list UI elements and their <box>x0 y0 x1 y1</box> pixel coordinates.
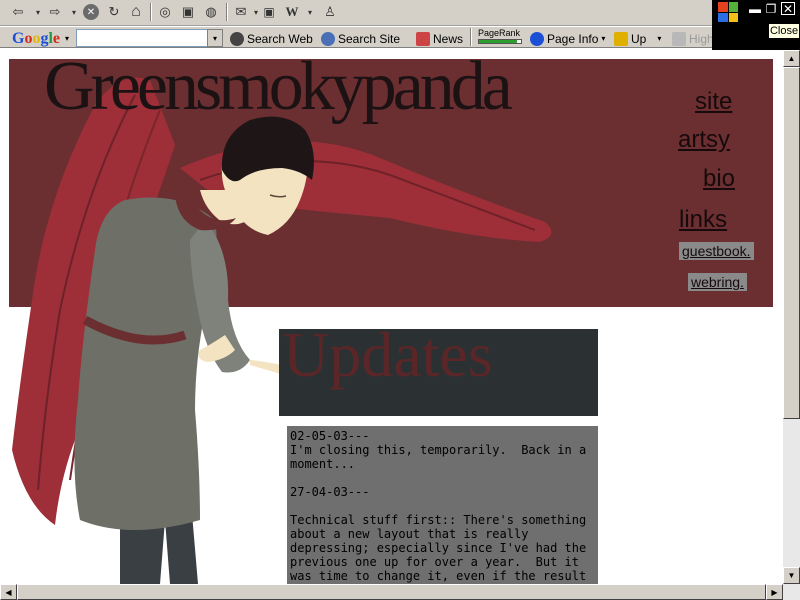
search-site-button[interactable]: Search Site <box>321 30 400 47</box>
google-menu-dropdown-icon[interactable]: ▾ <box>65 34 69 43</box>
legs-shape <box>120 490 198 584</box>
nav-link-artsy[interactable]: artsy <box>678 126 730 154</box>
restore-icon[interactable]: ❐ <box>764 2 778 16</box>
toolbar-separator <box>150 3 152 21</box>
nav-link-site[interactable]: site <box>695 88 732 116</box>
vertical-scroll-thumb[interactable] <box>783 67 800 419</box>
search-icon[interactable]: ◎ <box>157 2 173 22</box>
mail-icon[interactable]: ✉ <box>233 2 249 22</box>
refresh-icon[interactable]: ↻ <box>106 2 122 22</box>
scroll-up-icon[interactable]: ▲ <box>783 50 800 67</box>
info-icon <box>530 31 544 46</box>
news-button[interactable]: News <box>416 30 463 47</box>
horizontal-scroll-thumb[interactable] <box>17 584 766 600</box>
page-info-button[interactable]: Page Info ▾ <box>530 30 605 47</box>
google-logo[interactable]: Google <box>12 30 60 48</box>
nav-link-webring[interactable]: webring. <box>688 273 747 291</box>
home-icon[interactable]: ⌂ <box>128 2 144 22</box>
left-hand-shape <box>198 335 235 362</box>
standard-toolbar: ⇦ ▾ ⇨ ▾ ✕ ↻ ⌂ ◎ ▣ ◍ ✉ ▾ ▣ W ▾ ♙ <box>0 0 712 26</box>
back-dropdown-icon[interactable]: ▾ <box>34 2 42 22</box>
google-toolbar: Google ▾ ▾ Search Web Search Site News P… <box>0 26 714 48</box>
search-site-icon <box>321 31 335 46</box>
history-icon[interactable]: ◍ <box>203 2 219 22</box>
forward-icon[interactable]: ⇨ <box>47 2 63 22</box>
up-folder-icon <box>614 31 628 46</box>
vertical-scrollbar[interactable]: ▲ ▼ <box>783 50 800 584</box>
forward-dropdown-icon[interactable]: ▾ <box>70 2 78 22</box>
discuss-icon[interactable]: ♙ <box>322 2 338 22</box>
updates-heading-panel: Updates <box>279 329 598 416</box>
google-search-input[interactable] <box>76 29 208 47</box>
minimize-icon[interactable]: ▬ <box>748 2 762 16</box>
close-button[interactable]: ✕ <box>781 2 795 16</box>
back-icon[interactable]: ⇦ <box>10 2 26 22</box>
nav-link-links[interactable]: links <box>679 206 727 234</box>
news-icon <box>416 31 430 46</box>
pagerank-bar-fill <box>479 40 517 43</box>
toolbar-separator <box>470 28 472 46</box>
search-history-dropdown-icon[interactable]: ▾ <box>207 29 223 47</box>
pagerank-indicator[interactable]: PageRank <box>478 28 524 48</box>
page-viewport: Greensmokypanda site artsy bio links gue… <box>0 50 783 584</box>
favorites-icon[interactable]: ▣ <box>180 2 196 22</box>
search-web-button[interactable]: Search Web <box>230 30 313 47</box>
updates-heading: Updates <box>283 329 493 390</box>
stop-icon[interactable]: ✕ <box>83 4 99 20</box>
nav-link-bio[interactable]: bio <box>703 165 735 193</box>
scroll-left-icon[interactable]: ◀ <box>0 584 17 600</box>
scroll-right-icon[interactable]: ▶ <box>766 584 783 600</box>
nav-link-guestbook[interactable]: guestbook. <box>679 242 754 260</box>
close-tooltip: Close <box>768 23 800 39</box>
edit-dropdown-icon[interactable]: ▾ <box>306 2 314 22</box>
highlighter-icon <box>672 31 686 46</box>
mail-dropdown-icon[interactable]: ▾ <box>252 2 260 22</box>
up-button[interactable]: Up ▾ <box>614 30 661 47</box>
windows-logo-icon <box>718 2 738 22</box>
scroll-down-icon[interactable]: ▼ <box>783 567 800 584</box>
horizontal-scrollbar[interactable]: ◀ ▶ <box>0 584 800 600</box>
site-title: Greensmokypanda <box>44 50 513 125</box>
up-dropdown-icon: ▾ <box>657 34 662 43</box>
binoculars-icon <box>230 31 244 46</box>
print-icon[interactable]: ▣ <box>263 2 275 22</box>
page-info-dropdown-icon: ▾ <box>601 34 606 43</box>
highlight-button[interactable]: High <box>672 30 714 47</box>
updates-text: 02-05-03--- I'm closing this, temporaril… <box>287 426 598 584</box>
toolbar-separator <box>226 3 228 21</box>
edit-icon[interactable]: W <box>284 2 300 22</box>
belt-shape <box>82 316 187 345</box>
